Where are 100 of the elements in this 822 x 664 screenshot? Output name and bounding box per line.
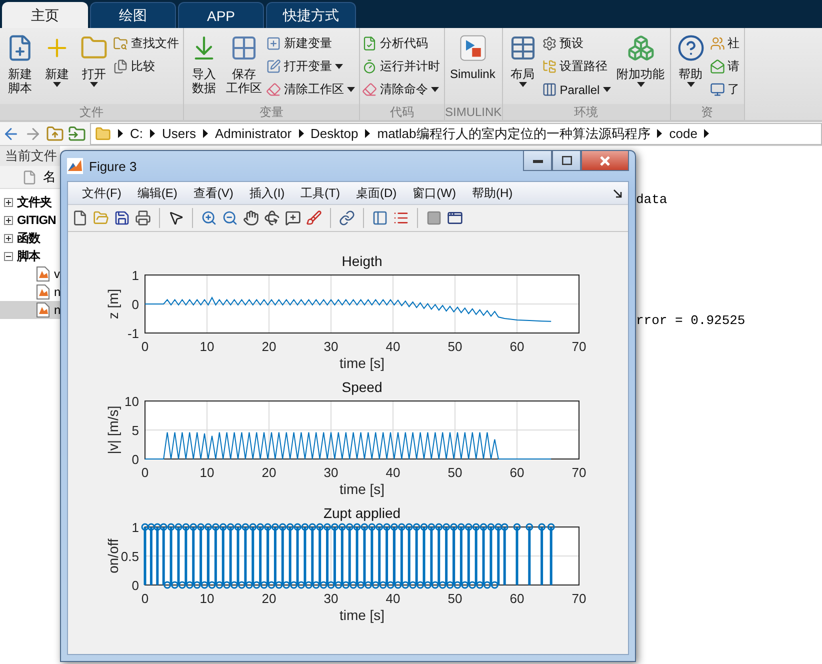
close-button[interactable] bbox=[581, 151, 629, 171]
stem-marker bbox=[526, 523, 534, 585]
column-header[interactable]: 名 bbox=[0, 166, 60, 189]
square-icon[interactable] bbox=[426, 210, 442, 226]
colorbar-icon[interactable] bbox=[372, 210, 388, 226]
rotate-icon[interactable] bbox=[264, 210, 280, 226]
tree-item[interactable]: 文件夹 bbox=[0, 193, 60, 211]
monitor-icon bbox=[710, 82, 725, 97]
file-row[interactable]: n bbox=[0, 301, 60, 319]
maximize-button[interactable] bbox=[552, 151, 581, 171]
path-segment[interactable]: code bbox=[669, 126, 698, 141]
file-row[interactable]: v bbox=[0, 265, 60, 283]
zoom-out-icon[interactable] bbox=[222, 210, 238, 226]
tick-label: 60 bbox=[510, 591, 524, 606]
file-row[interactable]: n bbox=[0, 283, 60, 301]
ribbon-button[interactable]: Parallel bbox=[542, 79, 613, 100]
ribbon-button[interactable]: 保存 工作区 bbox=[223, 32, 265, 102]
ribbon-tab[interactable]: 绘图 bbox=[90, 2, 176, 28]
collapse-icon[interactable] bbox=[4, 252, 13, 260]
ribbon-button[interactable]: 新建 bbox=[39, 32, 75, 102]
menu-item[interactable]: 查看(V) bbox=[185, 184, 242, 202]
legend-icon[interactable] bbox=[393, 210, 409, 226]
ribbon-button[interactable]: 新建 脚本 bbox=[2, 32, 38, 102]
tree-item[interactable]: 脚本 bbox=[0, 247, 60, 265]
help-icon bbox=[676, 34, 705, 62]
menu-item[interactable]: 帮助(H) bbox=[464, 184, 521, 202]
ribbon-button[interactable]: 新建变量 bbox=[266, 33, 357, 54]
ribbon-button[interactable]: 打开变量 bbox=[266, 56, 357, 77]
folder-up-icon[interactable] bbox=[46, 124, 64, 142]
address-bar[interactable]: C: Users Administrator Desktop matlab编程行人的室内定位的一种算法源码程序 code bbox=[90, 122, 822, 144]
menu-item[interactable]: 插入(I) bbox=[241, 184, 293, 202]
menu-item[interactable]: 窗口(W) bbox=[404, 184, 464, 202]
ribbon-button[interactable]: 运行并计时 bbox=[362, 56, 442, 77]
tick-label: 50 bbox=[448, 339, 462, 354]
data-tip-icon[interactable] bbox=[285, 210, 301, 226]
ribbon-button[interactable]: 设置路径 bbox=[542, 56, 613, 77]
square-pen-icon bbox=[266, 59, 281, 74]
ribbon-button[interactable]: 附加功能 bbox=[614, 32, 668, 102]
ribbon-button[interactable]: 社 bbox=[710, 33, 742, 54]
tick-label: 0 bbox=[141, 465, 149, 480]
menu-item[interactable]: 编辑(E) bbox=[129, 184, 186, 202]
section-label: 代码 bbox=[360, 104, 444, 120]
folder-icon bbox=[95, 126, 111, 142]
ribbon-tab[interactable]: APP bbox=[178, 2, 264, 28]
section-label: 环境 bbox=[502, 104, 670, 120]
tick-label: -1 bbox=[127, 326, 139, 341]
pointer-icon[interactable] bbox=[168, 210, 184, 226]
expand-icon[interactable] bbox=[4, 234, 13, 242]
new-file-icon[interactable] bbox=[72, 210, 88, 226]
ribbon-button[interactable]: 打开 bbox=[76, 32, 112, 102]
brush-icon[interactable] bbox=[306, 210, 322, 226]
menu-item[interactable]: 工具(T) bbox=[292, 184, 348, 202]
folder-tree-icon bbox=[542, 59, 557, 74]
ribbon-button[interactable]: 帮助 bbox=[672, 32, 709, 102]
expand-icon[interactable] bbox=[4, 198, 13, 206]
ribbon-tab[interactable]: 主页 bbox=[2, 2, 88, 28]
ribbon-button[interactable]: 预设 bbox=[542, 33, 613, 54]
menu-item[interactable]: 文件(F) bbox=[74, 184, 130, 202]
expand-icon[interactable] bbox=[4, 216, 13, 224]
tick-label: 40 bbox=[386, 591, 400, 606]
hand-icon[interactable] bbox=[243, 210, 259, 226]
section-label: 变量 bbox=[184, 104, 359, 120]
zoom-in-icon[interactable] bbox=[201, 210, 217, 226]
file-name: n bbox=[54, 285, 60, 299]
minimize-button[interactable] bbox=[523, 151, 552, 171]
ribbon-button[interactable]: 布局 bbox=[504, 32, 541, 102]
window-icon[interactable] bbox=[447, 210, 463, 226]
ribbon-button[interactable]: 了 bbox=[710, 79, 742, 100]
ribbon-button[interactable]: 分析代码 bbox=[362, 33, 442, 54]
tick-label: 70 bbox=[572, 465, 586, 480]
ribbon-button[interactable]: 导入 数据 bbox=[186, 32, 222, 102]
separator-icon bbox=[150, 129, 155, 138]
tree-label: 文件夹 bbox=[17, 194, 52, 210]
tick-label: 50 bbox=[448, 465, 462, 480]
link-icon[interactable] bbox=[339, 210, 355, 226]
print-icon[interactable] bbox=[135, 210, 151, 226]
save-icon[interactable] bbox=[114, 210, 130, 226]
ribbon-button[interactable]: 比较 bbox=[113, 56, 181, 77]
path-segment[interactable]: Users bbox=[162, 126, 196, 141]
path-segment[interactable]: matlab编程行人的室内定位的一种算法源码程序 bbox=[377, 124, 650, 142]
ribbon-button[interactable]: 查找文件 bbox=[113, 33, 181, 54]
tick-label: 0 bbox=[132, 297, 139, 312]
ribbon-button[interactable]: 清除命令 bbox=[362, 79, 442, 100]
tree-item[interactable]: 函数 bbox=[0, 229, 60, 247]
separator-icon bbox=[298, 129, 304, 138]
path-segment[interactable]: Administrator bbox=[214, 126, 292, 141]
ribbon-button[interactable]: 清除工作区 bbox=[266, 79, 357, 100]
users-icon bbox=[710, 36, 725, 51]
tick-label: 1 bbox=[132, 268, 139, 283]
ribbon-button[interactable]: Simulink bbox=[447, 32, 498, 102]
ribbon-tab[interactable]: 快捷方式 bbox=[266, 2, 356, 28]
ribbon-button[interactable]: 请 bbox=[710, 56, 742, 77]
path-segment[interactable]: C: bbox=[130, 126, 143, 141]
tree-item[interactable]: GITIGN bbox=[0, 211, 60, 229]
menu-item[interactable]: 桌面(D) bbox=[348, 184, 405, 202]
browse-folder-icon[interactable] bbox=[68, 124, 86, 142]
app-logo-icon bbox=[67, 158, 83, 174]
dock-arrow-icon[interactable] bbox=[613, 188, 622, 198]
path-segment[interactable]: Desktop bbox=[310, 126, 358, 141]
script-file-icon bbox=[36, 266, 50, 282]
